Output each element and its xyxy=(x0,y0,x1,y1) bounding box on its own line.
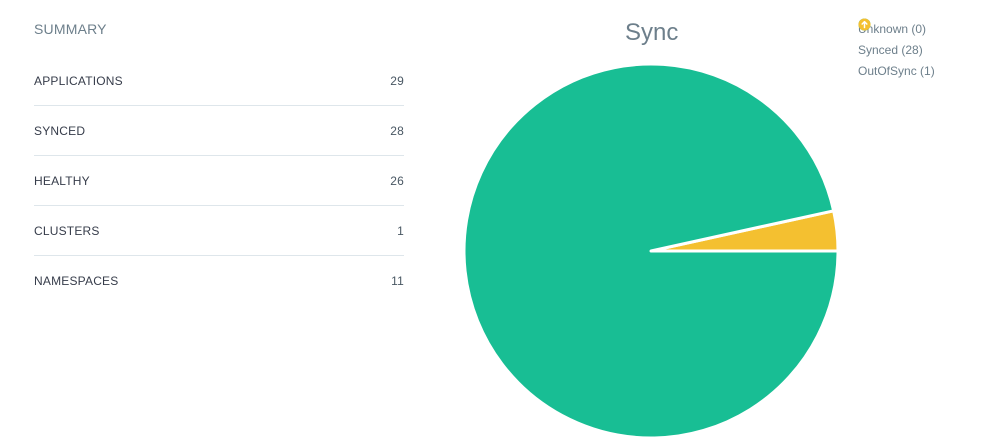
summary-row-label: HEALTHY xyxy=(34,173,90,188)
summary-list: APPLICATIONS 29 SYNCED 28 HEALTHY 26 CLU… xyxy=(34,56,404,306)
summary-row-value: 28 xyxy=(390,123,404,138)
summary-row-label: CLUSTERS xyxy=(34,223,100,238)
pie-slice-synced[interactable] xyxy=(462,62,840,440)
summary-row-clusters: CLUSTERS 1 xyxy=(34,206,404,256)
legend-item-outofsync[interactable]: OutOfSync (1) xyxy=(858,18,935,81)
summary-title: SUMMARY xyxy=(34,21,107,37)
summary-row-value: 11 xyxy=(391,274,404,288)
summary-row-label: NAMESPACES xyxy=(34,274,119,288)
summary-row-value: 26 xyxy=(390,173,404,188)
sync-chart: Sync Unknown (0) Synced (28) OutOfSync (… xyxy=(440,0,981,447)
summary-row-healthy: HEALTHY 26 xyxy=(34,156,404,206)
chart-legend: Unknown (0) Synced (28) OutOfSync (1) xyxy=(858,18,935,81)
summary-row-value: 1 xyxy=(397,223,404,238)
legend-label: OutOfSync (1) xyxy=(858,63,935,78)
summary-row-applications: APPLICATIONS 29 xyxy=(34,56,404,106)
summary-row-label: SYNCED xyxy=(34,123,86,138)
summary-row-label: APPLICATIONS xyxy=(34,73,123,88)
arrow-up-circle-icon xyxy=(858,18,871,31)
legend-label: Synced (28) xyxy=(858,42,923,57)
summary-row-synced: SYNCED 28 xyxy=(34,106,404,156)
legend-item-synced[interactable]: Synced (28) xyxy=(858,18,935,60)
summary-row-value: 29 xyxy=(390,73,404,88)
summary-row-namespaces: NAMESPACES 11 xyxy=(34,256,404,306)
